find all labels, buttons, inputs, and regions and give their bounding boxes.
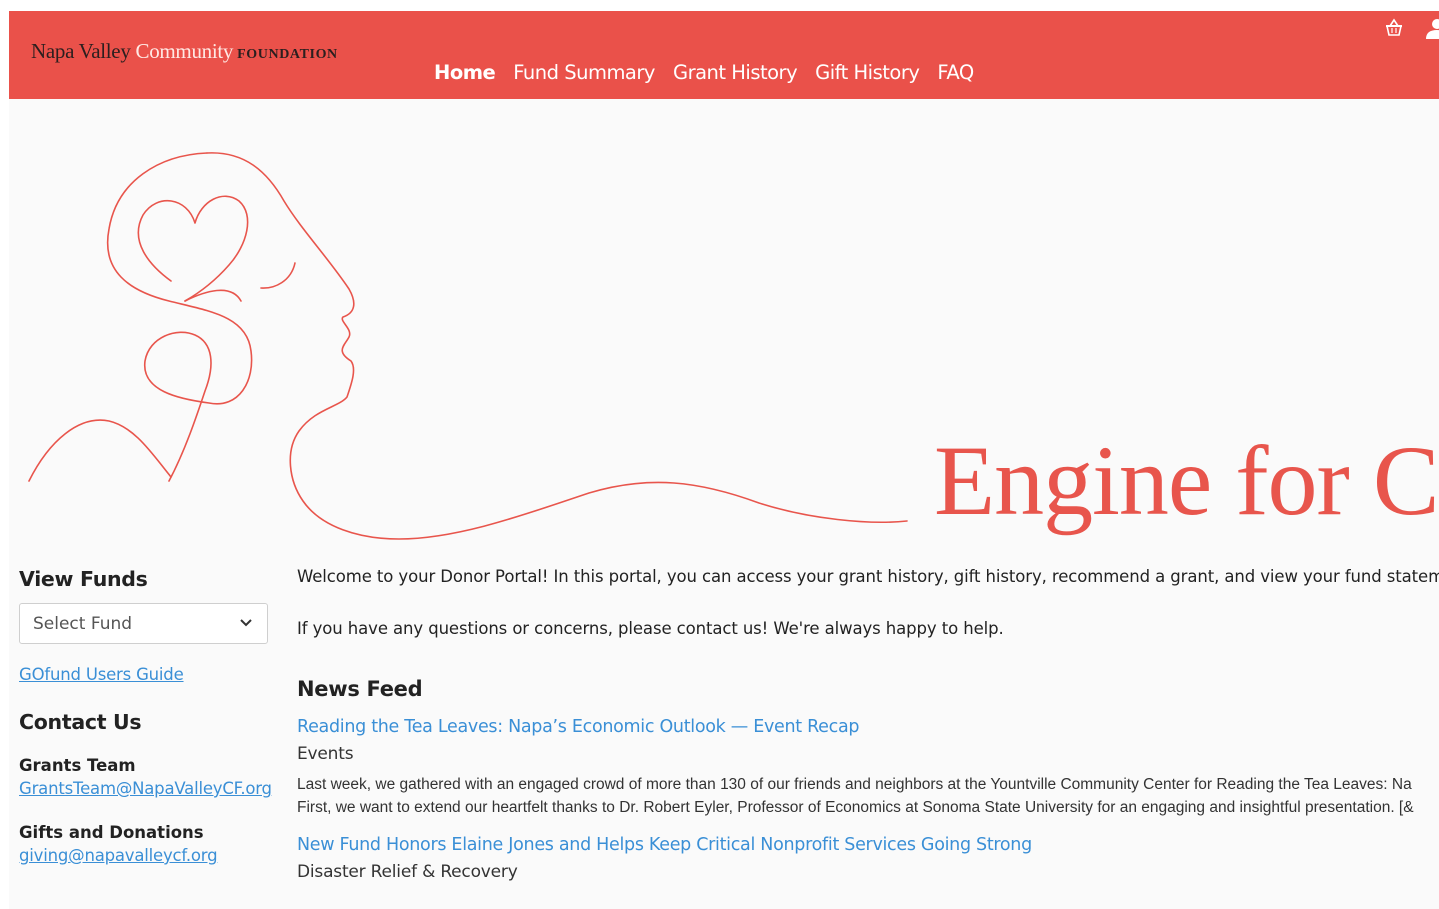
foundation-logo[interactable]: Napa Valley Community FOUNDATION <box>31 39 338 64</box>
news-item-excerpt-line: First, we want to extend our heartfelt t… <box>297 799 1414 816</box>
nav-gift-history[interactable]: Gift History <box>815 61 920 84</box>
logo-text-foundation: FOUNDATION <box>237 47 338 62</box>
view-funds-heading: View Funds <box>19 567 148 591</box>
hero-line-art-illustration <box>28 152 908 540</box>
questions-text: If you have any questions or concerns, p… <box>297 619 1004 638</box>
grants-team-label: Grants Team <box>19 756 136 775</box>
chevron-down-icon <box>240 619 252 627</box>
news-item-title-link[interactable]: Reading the Tea Leaves: Napa’s Economic … <box>297 717 1439 737</box>
news-item-category: Disaster Relief & Recovery <box>297 862 518 882</box>
hero-tagline: Engine for C <box>934 425 1439 536</box>
logo-text-napa-valley: Napa Valley <box>31 39 136 63</box>
main-nav: Home Fund Summary Grant History Gift His… <box>434 61 974 84</box>
nav-fund-summary[interactable]: Fund Summary <box>513 61 655 84</box>
sidebar: View Funds Select Fund GOfund Users Guid… <box>19 567 279 865</box>
nav-home[interactable]: Home <box>434 61 496 84</box>
top-header: Napa Valley Community FOUNDATION Home Fun… <box>9 11 1439 99</box>
user-icon[interactable] <box>1423 17 1439 39</box>
gifts-donations-label: Gifts and Donations <box>19 823 204 842</box>
nav-grant-history[interactable]: Grant History <box>673 61 798 84</box>
select-fund-dropdown[interactable]: Select Fund <box>19 603 268 644</box>
gofund-users-guide-link[interactable]: GOfund Users Guide <box>19 665 279 684</box>
news-feed-heading: News Feed <box>297 677 423 701</box>
news-item-excerpt-line: Last week, we gathered with an engaged c… <box>297 776 1412 793</box>
news-item-category: Events <box>297 744 354 764</box>
select-fund-value: Select Fund <box>33 614 133 634</box>
donor-portal-page: Napa Valley Community FOUNDATION Home Fun… <box>9 11 1439 909</box>
main-content: Welcome to your Donor Portal! In this po… <box>297 567 1439 882</box>
news-item: Reading the Tea Leaves: Napa’s Economic … <box>297 717 1439 819</box>
news-item: New Fund Honors Elaine Jones and Helps K… <box>297 835 1439 882</box>
giving-email-link[interactable]: giving@napavalleycf.org <box>19 846 279 865</box>
logo-text-community: Community <box>135 39 234 63</box>
welcome-text: Welcome to your Donor Portal! In this po… <box>297 567 1439 586</box>
basket-icon[interactable] <box>1383 17 1405 39</box>
news-item-excerpt: Last week, we gathered with an engaged c… <box>297 773 1439 819</box>
nav-faq[interactable]: FAQ <box>937 61 974 84</box>
news-item-title-link[interactable]: New Fund Honors Elaine Jones and Helps K… <box>297 835 1439 855</box>
contact-us-heading: Contact Us <box>19 710 142 734</box>
grants-team-email-link[interactable]: GrantsTeam@NapaValleyCF.org <box>19 779 279 798</box>
